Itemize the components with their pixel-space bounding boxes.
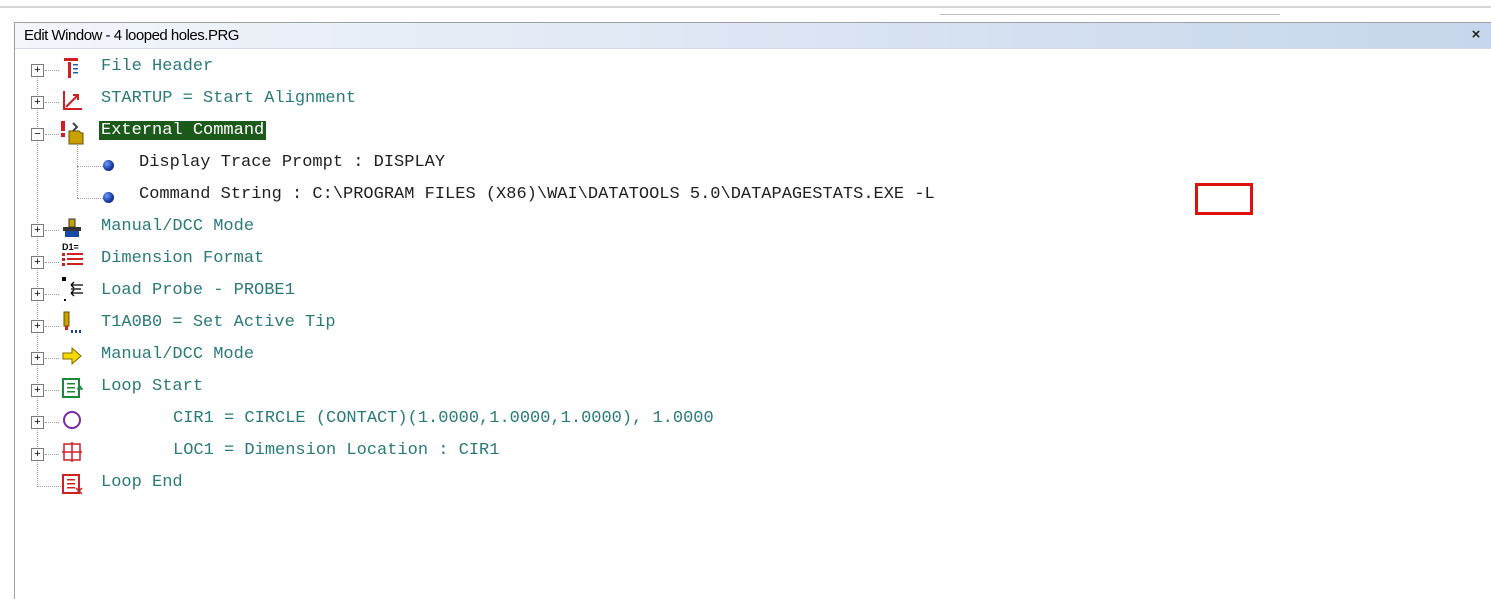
close-button[interactable]: ×	[1468, 26, 1484, 44]
command-string-text: Command String : C:\PROGRAM FILES (X86)\…	[139, 185, 915, 204]
circle-icon	[63, 411, 81, 429]
tree-item-dimension-format[interactable]: Dimension Format	[101, 249, 264, 268]
loop-end-icon	[62, 474, 83, 495]
window-title: Edit Window - 4 looped holes.PRG	[24, 27, 239, 44]
edit-window: Edit Window - 4 looped holes.PRG × + Fil…	[14, 22, 1491, 599]
expand-toggle[interactable]: +	[31, 448, 44, 461]
load-probe-icon	[62, 277, 83, 301]
expand-toggle[interactable]: +	[31, 288, 44, 301]
tree-branch	[45, 294, 59, 295]
tree-item-display-trace-prompt[interactable]: Display Trace Prompt : DISPLAY	[139, 153, 445, 172]
expand-toggle[interactable]: +	[31, 352, 44, 365]
tree-item-startup[interactable]: STARTUP = Start Alignment	[101, 89, 356, 108]
tree-branch	[77, 198, 103, 199]
tree-branch	[45, 390, 59, 391]
expand-toggle[interactable]: +	[31, 96, 44, 109]
top-divider	[0, 6, 1491, 8]
bullet-icon	[103, 192, 114, 203]
expand-toggle[interactable]: +	[31, 416, 44, 429]
tree-item-file-header[interactable]: File Header	[101, 57, 213, 76]
tree-item-loc1[interactable]: LOC1 = Dimension Location : CIR1	[173, 441, 499, 460]
expand-toggle[interactable]: +	[31, 384, 44, 397]
title-bar: Edit Window - 4 looped holes.PRG ×	[15, 23, 1491, 49]
loop-start-icon	[62, 378, 83, 398]
top-divider-secondary	[940, 14, 1280, 15]
tree-branch	[45, 102, 59, 103]
tree-item-loop-start[interactable]: Loop Start	[101, 377, 203, 396]
tree-item-loop-end[interactable]: Loop End	[101, 473, 183, 492]
tree-line-child	[77, 141, 78, 198]
svg-text:D1=: D1=	[62, 242, 79, 252]
external-command-icon	[61, 121, 84, 145]
expand-toggle[interactable]: +	[31, 64, 44, 77]
expand-toggle[interactable]: +	[31, 256, 44, 269]
tree-branch	[77, 166, 103, 167]
location-icon	[62, 442, 82, 462]
alignment-icon	[63, 91, 82, 110]
tree-item-external-command[interactable]: External Command	[99, 121, 267, 140]
tree-item-set-active-tip[interactable]: T1A0B0 = Set Active Tip	[101, 313, 336, 332]
manual-dcc-icon	[63, 218, 81, 237]
collapse-toggle[interactable]: −	[31, 128, 44, 141]
expand-toggle[interactable]: +	[31, 224, 44, 237]
tree-item-command-string[interactable]: Command String : C:\PROGRAM FILES (X86)\…	[139, 185, 935, 204]
highlight-box	[1195, 183, 1253, 215]
tree-branch	[45, 230, 59, 231]
tree-branch	[37, 486, 61, 487]
tree-branch	[45, 262, 59, 263]
tree-item-load-probe[interactable]: Load Probe - PROBE1	[101, 281, 295, 300]
bullet-icon	[103, 160, 114, 171]
tree-item-manual-dcc-2[interactable]: Manual/DCC Mode	[101, 345, 254, 364]
tree-branch	[45, 70, 59, 71]
active-tip-icon	[63, 311, 81, 333]
tree-branch	[45, 358, 59, 359]
arrow-right-icon	[62, 346, 82, 366]
tree-item-cir1[interactable]: CIR1 = CIRCLE (CONTACT)(1.0000,1.0000,1.…	[173, 409, 714, 428]
command-string-suffix: -L	[914, 185, 935, 204]
tree-branch	[45, 454, 59, 455]
tree-item-manual-dcc[interactable]: Manual/DCC Mode	[101, 217, 254, 236]
dimension-format-icon: D1=	[62, 242, 83, 266]
tree-branch	[45, 326, 59, 327]
file-header-icon	[64, 58, 78, 78]
expand-toggle[interactable]: +	[31, 320, 44, 333]
tree-branch	[45, 422, 59, 423]
tree-branch	[45, 134, 59, 135]
